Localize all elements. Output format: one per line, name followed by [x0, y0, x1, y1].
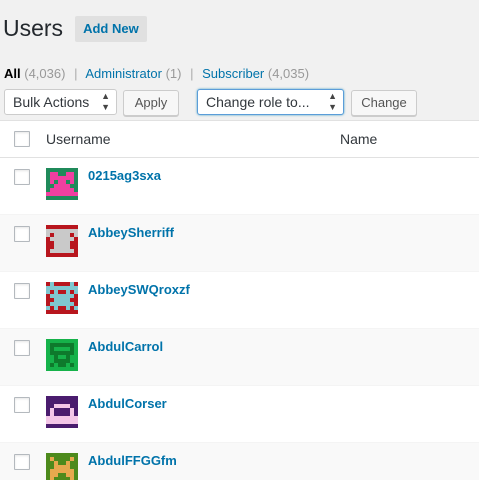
table-row: AbdulCorser	[0, 386, 479, 443]
avatar	[46, 282, 78, 314]
avatar	[46, 339, 78, 371]
username-link[interactable]: 0215ag3sxa	[88, 168, 161, 183]
table-row: AbbeySherriff	[0, 215, 479, 272]
change-role-select[interactable]: Change role to... ▲ ▼	[197, 89, 344, 115]
avatar	[46, 168, 78, 200]
table-body: 0215ag3sxa AbbeySherriff AbbeySWQroxzf Abdu…	[0, 158, 479, 480]
filter-administrator[interactable]: Administrator (1)	[82, 66, 185, 81]
row-checkbox[interactable]	[14, 169, 30, 185]
bulk-actions-select[interactable]: Bulk Actions ▲ ▼	[4, 89, 117, 115]
table-row: AbdulFFGGfm	[0, 443, 479, 480]
row-checkbox[interactable]	[14, 397, 30, 413]
filter-administrator-count: (1)	[165, 66, 182, 81]
username-link[interactable]: AbdulFFGGfm	[88, 453, 177, 468]
avatar	[46, 453, 78, 480]
username-link[interactable]: AbbeySWQroxzf	[88, 282, 190, 297]
table-header: Username Name	[0, 121, 479, 158]
filter-all-label[interactable]: All	[4, 66, 21, 81]
row-checkbox[interactable]	[14, 226, 30, 242]
change-button[interactable]: Change	[351, 90, 417, 116]
column-username[interactable]: Username	[46, 131, 111, 147]
filter-all-count: (4,036)	[24, 66, 66, 81]
username-link[interactable]: AbdulCorser	[88, 396, 167, 411]
filter-administrator-label[interactable]: Administrator	[85, 66, 162, 81]
filter-separator: |	[74, 66, 78, 81]
filter-separator: |	[190, 66, 194, 81]
apply-button[interactable]: Apply	[123, 90, 179, 116]
page-title: Users	[3, 14, 64, 41]
table-row: AbbeySWQroxzf	[0, 272, 479, 329]
add-new-button[interactable]: Add New	[75, 16, 147, 42]
username-link[interactable]: AbbeySherriff	[88, 225, 174, 240]
column-name[interactable]: Name	[340, 131, 377, 147]
username-link[interactable]: AbdulCarrol	[88, 339, 163, 354]
users-table: Username Name 0215ag3sxa AbbeySherriff Abb…	[0, 120, 479, 480]
row-checkbox[interactable]	[14, 283, 30, 299]
avatar	[46, 396, 78, 428]
change-role-value: Change role to...	[206, 94, 310, 110]
select-arrows-icon: ▲ ▼	[101, 91, 110, 112]
row-checkbox[interactable]	[14, 454, 30, 470]
bulk-actions-value: Bulk Actions	[13, 94, 90, 110]
filter-all[interactable]: All (4,036)	[4, 66, 69, 81]
title-row: Users Add New	[3, 14, 147, 42]
avatar	[46, 225, 78, 257]
filter-subscriber[interactable]: Subscriber (4,035)	[198, 66, 309, 81]
table-row: 0215ag3sxa	[0, 158, 479, 215]
role-filter-links: All (4,036) | Administrator (1) | Subscr…	[4, 66, 309, 81]
filter-subscriber-count: (4,035)	[267, 66, 310, 81]
select-all-checkbox[interactable]	[14, 131, 30, 147]
filter-subscriber-label[interactable]: Subscriber	[202, 66, 264, 81]
select-arrows-icon: ▲ ▼	[328, 91, 337, 112]
table-row: AbdulCarrol	[0, 329, 479, 386]
row-checkbox[interactable]	[14, 340, 30, 356]
